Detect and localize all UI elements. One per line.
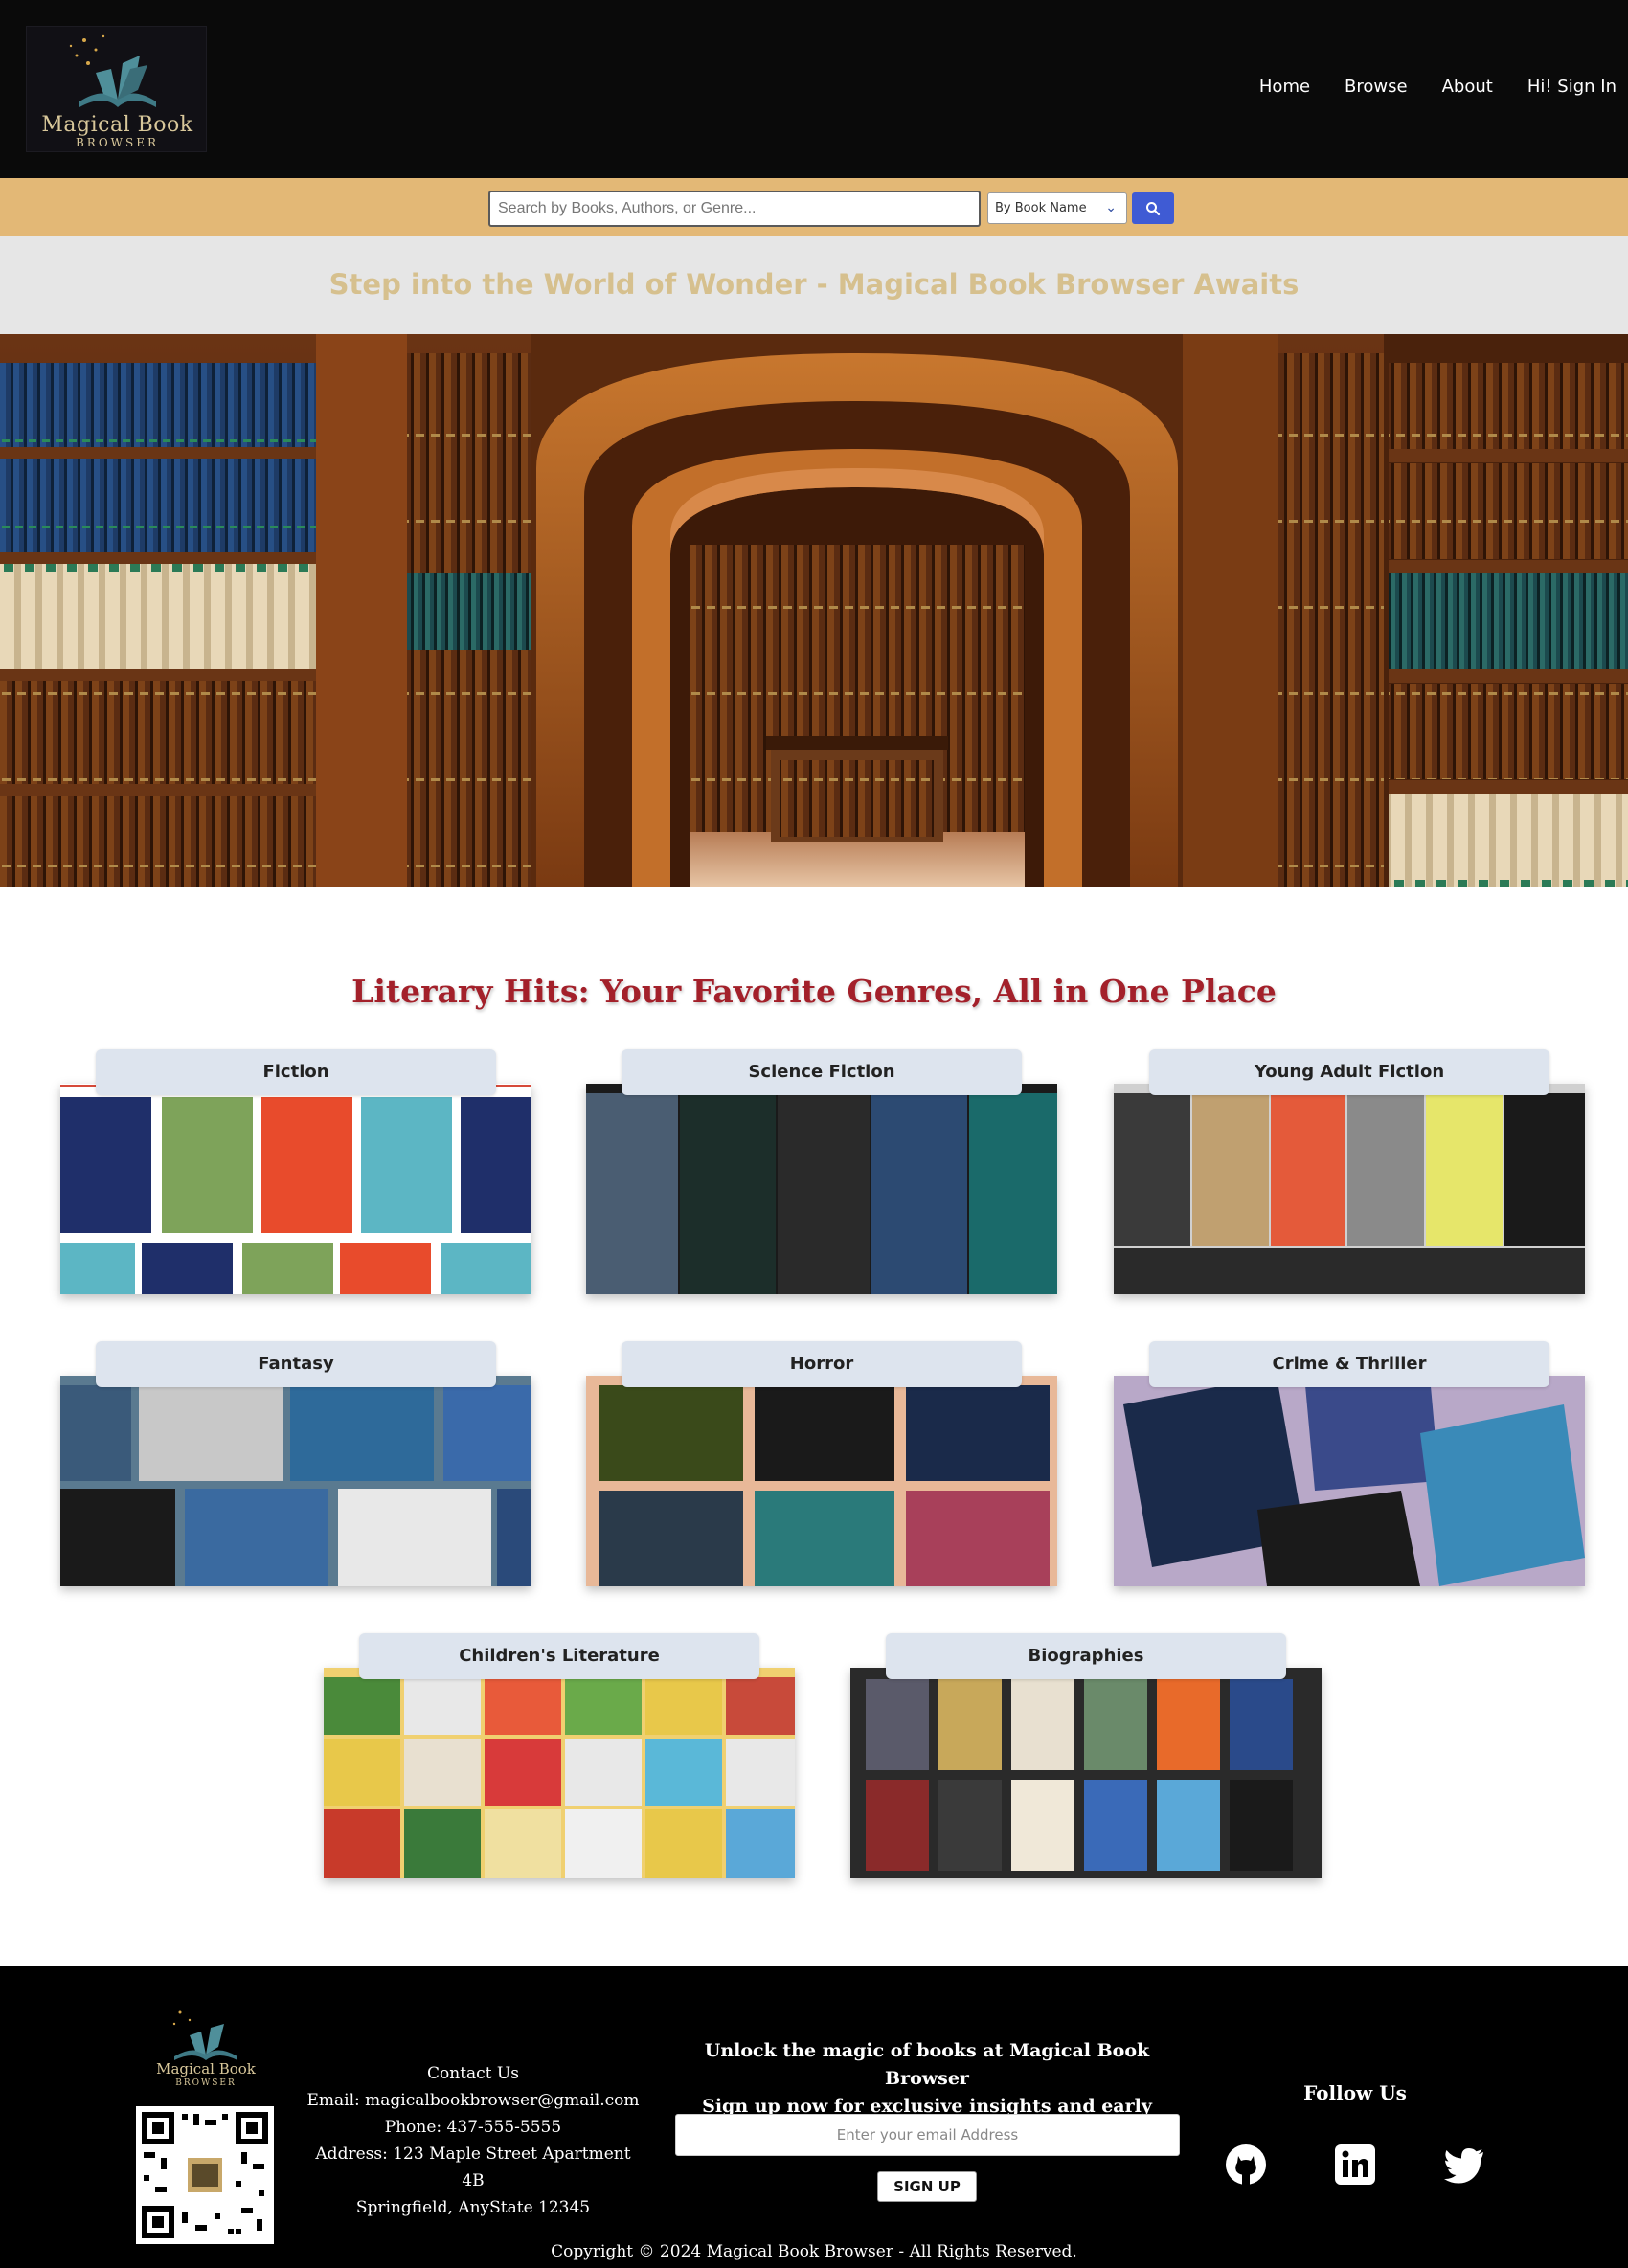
footer-logo[interactable]: Magical Book BROWSER (134, 2007, 278, 2093)
signup-button[interactable]: SIGN UP (877, 2171, 977, 2202)
follow-us-title: Follow Us (1303, 2081, 1407, 2104)
genre-label: Horror (622, 1341, 1022, 1387)
genre-label: Crime & Thriller (1149, 1341, 1549, 1387)
search-button[interactable] (1132, 192, 1174, 224)
site-footer: Magical Book BROWSER Contact Us Email: m… (0, 1966, 1628, 2268)
contact-phone: Phone: 437-555-5555 (384, 2118, 562, 2137)
tagline-text: Step into the World of Wonder - Magical … (328, 268, 1300, 301)
genre-cover-collage (60, 1084, 531, 1294)
search-filter-value: By Book Name (995, 201, 1087, 215)
genre-label: Science Fiction (622, 1049, 1022, 1095)
genre-cover-collage (586, 1084, 1057, 1294)
site-logo[interactable]: Magical Book BROWSER (26, 26, 207, 152)
nav-about[interactable]: About (1442, 77, 1493, 97)
library-illustration (0, 334, 1628, 887)
footer-logo-subtitle: BROWSER (175, 2078, 237, 2088)
genre-card-young-adult-fiction[interactable]: Young Adult Fiction (1114, 1049, 1585, 1294)
genre-card-biographies[interactable]: Biographies (850, 1633, 1322, 1878)
genre-card-childrens-literature[interactable]: Children's Literature (324, 1633, 795, 1878)
genre-card-crime-thriller[interactable]: Crime & Thriller (1114, 1341, 1585, 1586)
hero-library-image (0, 334, 1628, 887)
genre-cover-collage (1114, 1376, 1585, 1586)
qr-code (136, 2106, 274, 2244)
tagline-banner: Step into the World of Wonder - Magical … (0, 236, 1628, 334)
linkedin-icon (1335, 2144, 1375, 2185)
search-bar: By Book Name ⌄ (0, 178, 1628, 236)
contact-address-line1: Address: 123 Maple Street Apartment 4B (315, 2144, 631, 2190)
genre-label: Fiction (96, 1049, 496, 1095)
main-nav: Home Browse About Hi! Sign In (1225, 77, 1617, 97)
contact-address-line2: Springfield, AnyState 12345 (355, 2198, 591, 2217)
genre-card-fantasy[interactable]: Fantasy (60, 1341, 531, 1586)
genre-label: Young Adult Fiction (1149, 1049, 1549, 1095)
contact-title: Contact Us (427, 2064, 519, 2083)
genre-card-fiction[interactable]: Fiction (60, 1049, 531, 1294)
search-input[interactable] (488, 191, 981, 227)
search-filter-select[interactable]: By Book Name ⌄ (987, 192, 1127, 224)
nav-sign-in[interactable]: Hi! Sign In (1527, 77, 1617, 97)
genre-cover-collage (850, 1668, 1322, 1878)
twitter-link[interactable] (1441, 2142, 1487, 2188)
newsletter-line1: Unlock the magic of books at Magical Boo… (704, 2040, 1150, 2089)
logo-subtitle: BROWSER (75, 136, 160, 149)
genre-label: Biographies (886, 1633, 1286, 1679)
genre-label: Fantasy (96, 1341, 496, 1387)
genre-card-horror[interactable]: Horror (586, 1341, 1057, 1586)
genres-section-title: Literary Hits: Your Favorite Genres, All… (351, 973, 1277, 1010)
footer-logo-title: Magical Book (156, 2060, 256, 2077)
search-icon (1146, 202, 1161, 216)
genre-label: Children's Literature (359, 1633, 759, 1679)
logo-title: Magical Book (41, 113, 193, 137)
genre-cover-collage (1114, 1084, 1585, 1294)
contact-block: Contact Us Email: magicalbookbrowser@gma… (305, 2060, 642, 2221)
open-book-icon (69, 34, 156, 107)
nav-home[interactable]: Home (1259, 77, 1310, 97)
genre-cover-collage (324, 1668, 795, 1878)
newsletter-email-input[interactable] (675, 2114, 1180, 2156)
chevron-down-icon: ⌄ (1105, 200, 1117, 215)
genre-card-science-fiction[interactable]: Science Fiction (586, 1049, 1057, 1294)
github-link[interactable] (1223, 2142, 1269, 2188)
contact-email[interactable]: Email: magicalbookbrowser@gmail.com (305, 2087, 642, 2114)
copyright-text: Copyright © 2024 Magical Book Browser - … (551, 2242, 1077, 2261)
nav-browse[interactable]: Browse (1345, 77, 1408, 97)
genre-cover-collage (586, 1376, 1057, 1586)
genre-cover-collage (60, 1376, 531, 1586)
twitter-icon (1444, 2148, 1483, 2184)
linkedin-link[interactable] (1332, 2142, 1378, 2188)
open-book-icon (172, 2010, 237, 2060)
github-icon (1226, 2144, 1266, 2185)
site-header: Magical Book BROWSER Home Browse About H… (0, 0, 1628, 178)
